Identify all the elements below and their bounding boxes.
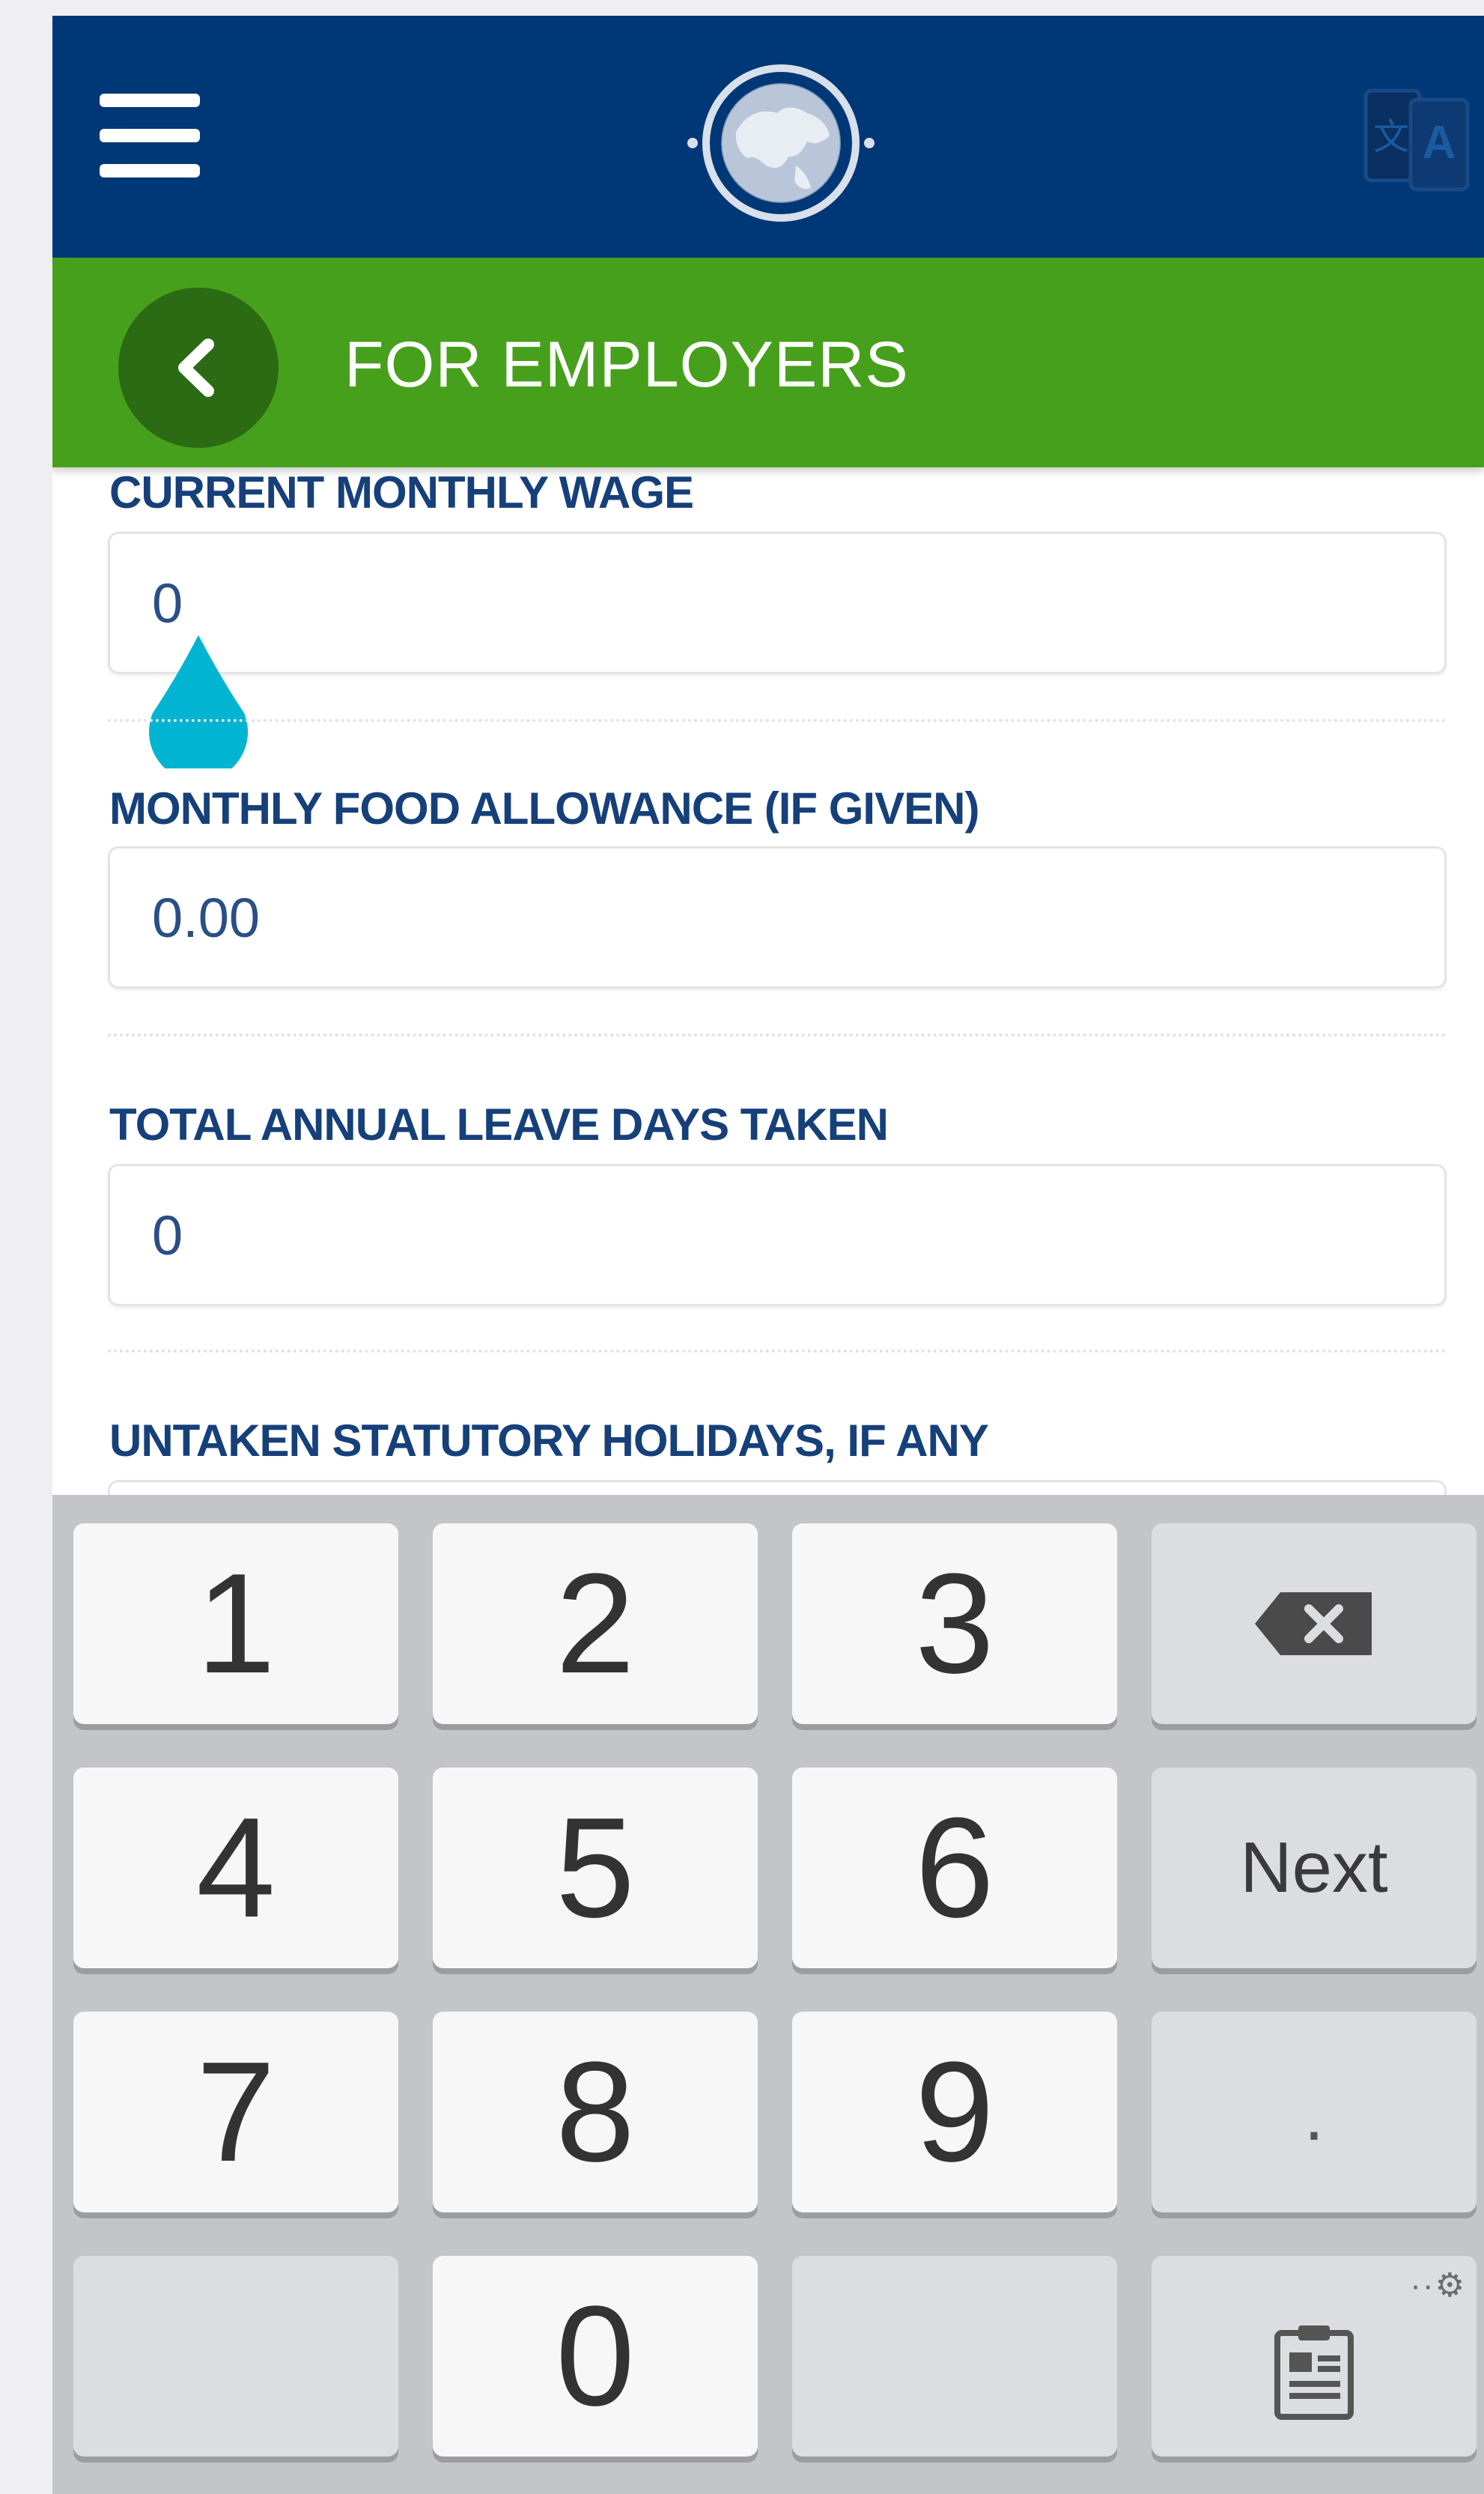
current-monthly-wage-field[interactable] (108, 532, 1447, 674)
current-monthly-wage-input[interactable] (110, 534, 1444, 672)
clipboard-icon (1274, 2325, 1354, 2420)
page-title: FOR EMPLOYERS (344, 329, 909, 401)
section-header-bar: FOR EMPLOYERS (52, 258, 1484, 467)
key-3[interactable]: 3 (792, 1523, 1117, 1724)
chevron-left-icon (178, 339, 214, 397)
key-1[interactable]: 1 (73, 1523, 398, 1724)
clipboard-key[interactable]: ··⚙ (1152, 2256, 1477, 2457)
translate-language-icon[interactable]: A 文 (1355, 68, 1475, 203)
keyboard-settings-icon: ··⚙ (1410, 2267, 1466, 2304)
employer-form: CURRENT MONTHLY WAGE MONTHLY FOOD ALLOWA… (52, 467, 1484, 1501)
back-button[interactable] (118, 288, 279, 448)
total-annual-leave-field[interactable] (108, 1164, 1447, 1306)
field-divider (108, 1350, 1447, 1353)
blank-key-left[interactable] (73, 2256, 398, 2457)
key-2[interactable]: 2 (433, 1523, 758, 1724)
key-0[interactable]: 0 (433, 2256, 758, 2457)
total-annual-leave-input[interactable] (110, 1166, 1444, 1304)
svg-text:文: 文 (1373, 118, 1409, 157)
key-4[interactable]: 4 (73, 1768, 398, 1968)
monthly-food-allowance-field[interactable] (108, 846, 1447, 989)
total-annual-leave-label: TOTAL ANNUAL LEAVE DAYS TAKEN (109, 1099, 889, 1150)
current-monthly-wage-label: CURRENT MONTHLY WAGE (109, 467, 694, 518)
decimal-key-label: . (1304, 2075, 1325, 2155)
untaken-statutory-holidays-label: UNTAKEN STATUTORY HOLIDAYS, IF ANY (109, 1416, 989, 1466)
next-key-label: Next (1240, 1827, 1388, 1908)
key-9[interactable]: 9 (792, 2012, 1117, 2212)
next-key[interactable]: Next (1152, 1768, 1477, 1968)
key-5[interactable]: 5 (433, 1768, 758, 1968)
field-divider (108, 1034, 1447, 1037)
key-8[interactable]: 8 (433, 2012, 758, 2212)
app-bar: A 文 (52, 16, 1484, 258)
blank-key-right[interactable] (792, 2256, 1117, 2457)
svg-text:A: A (1423, 117, 1456, 169)
phone-screen: A 文 FOR EMPLOYERS CURRENT MONTHLY WAGE M… (52, 16, 1484, 2494)
backspace-key[interactable] (1152, 1523, 1477, 1724)
decimal-key[interactable]: . (1152, 2012, 1477, 2212)
text-cursor-handle[interactable] (145, 632, 252, 768)
numeric-keyboard: 1 2 3 4 5 6 Next 7 8 9 . 0 ··⚙ (52, 1495, 1484, 2494)
monthly-food-allowance-label: MONTHLY FOOD ALLOWANCE (IF GIVEN) (109, 783, 979, 834)
key-6[interactable]: 6 (792, 1768, 1117, 1968)
key-7[interactable]: 7 (73, 2012, 398, 2212)
hamburger-menu-icon[interactable] (97, 83, 202, 188)
backspace-icon (1255, 1592, 1372, 1655)
globe-logo-icon (687, 64, 875, 222)
monthly-food-allowance-input[interactable] (110, 849, 1444, 986)
field-divider (108, 719, 1447, 722)
